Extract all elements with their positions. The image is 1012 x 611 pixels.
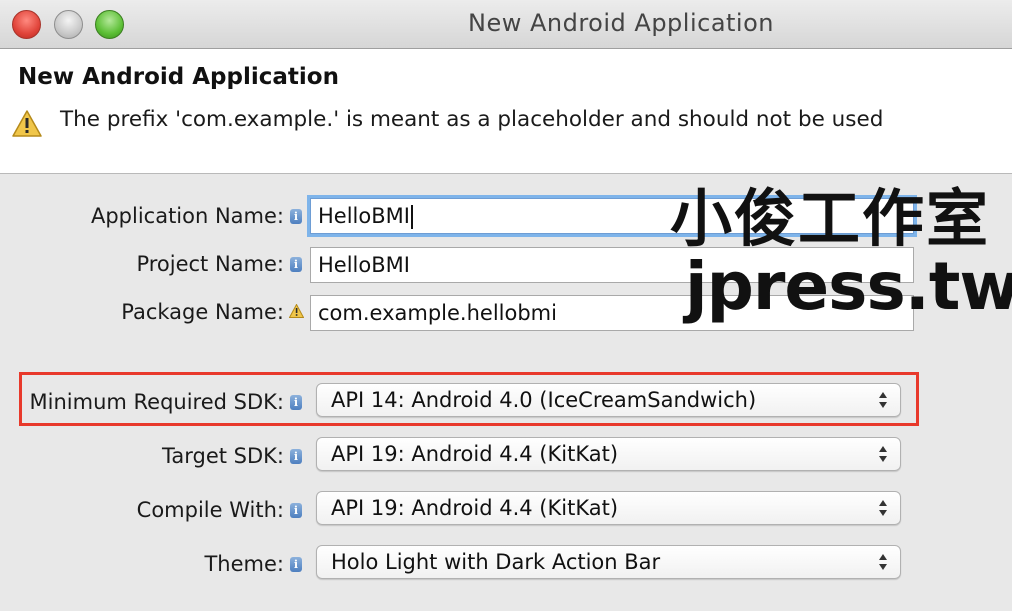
window-title: New Android Application [468, 9, 774, 37]
application-name-value: HelloBMI [318, 204, 410, 228]
text-caret [410, 205, 413, 229]
package-name-label: Package Name: [121, 300, 284, 324]
application-name-label: Application Name: [90, 204, 284, 228]
window-titlebar[interactable]: New Android Application [0, 0, 1012, 49]
target-sdk-value: API 19: Android 4.4 (KitKat) [331, 442, 619, 466]
theme-info-icon[interactable]: i [290, 557, 302, 572]
compile-with-select[interactable]: API 19: Android 4.4 (KitKat) [316, 491, 901, 525]
target-sdk-select[interactable]: API 19: Android 4.4 (KitKat) [316, 437, 901, 471]
wizard-header: New Android Application The prefix 'com.… [0, 49, 1012, 174]
theme-label: Theme: [204, 552, 284, 576]
package-name-warning-icon[interactable] [289, 304, 304, 318]
minimum-sdk-select[interactable]: API 14: Android 4.0 (IceCreamSandwich) [316, 383, 901, 417]
target-sdk-label: Target SDK: [162, 444, 284, 468]
compile-with-value: API 19: Android 4.4 (KitKat) [331, 496, 619, 520]
project-name-info-icon[interactable]: i [290, 257, 302, 272]
project-name-value: HelloBMI [318, 253, 410, 277]
minimum-sdk-label: Minimum Required SDK: [29, 390, 284, 414]
minimum-sdk-info-icon[interactable]: i [290, 395, 302, 410]
project-name-label: Project Name: [136, 252, 284, 276]
compile-with-info-icon[interactable]: i [290, 503, 302, 518]
compile-with-label: Compile With: [136, 498, 284, 522]
wizard-message: The prefix 'com.example.' is meant as a … [60, 107, 884, 132]
theme-select[interactable]: Holo Light with Dark Action Bar [316, 545, 901, 579]
theme-value: Holo Light with Dark Action Bar [331, 550, 661, 574]
updown-arrows-icon [879, 554, 887, 570]
updown-arrows-icon [879, 392, 887, 408]
watermark-url: jpress.tw [685, 248, 1012, 325]
package-name-value: com.example.hellobmi [318, 301, 557, 325]
updown-arrows-icon [879, 446, 887, 462]
minimum-sdk-value: API 14: Android 4.0 (IceCreamSandwich) [331, 388, 757, 412]
warning-icon [12, 110, 42, 137]
target-sdk-info-icon[interactable]: i [290, 449, 302, 464]
watermark-studio-name: 小俊工作室 [670, 182, 991, 255]
updown-arrows-icon [879, 500, 887, 516]
application-name-info-icon[interactable]: i [290, 209, 302, 224]
wizard-title: New Android Application [18, 64, 339, 90]
